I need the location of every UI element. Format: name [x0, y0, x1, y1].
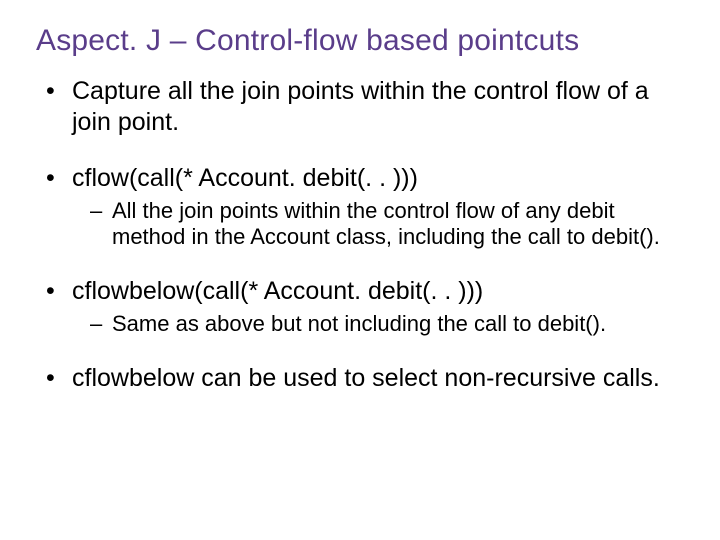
sub-bullet-list: Same as above but not including the call… — [90, 311, 684, 337]
bullet-item: cflowbelow(call(* Account. debit(. . )))… — [46, 276, 684, 337]
bullet-item: cflow(call(* Account. debit(. . ))) All … — [46, 163, 684, 250]
slide: Aspect. J – Control-flow based pointcuts… — [0, 0, 720, 540]
sub-bullet-item: Same as above but not including the call… — [90, 311, 684, 337]
bullet-item: cflowbelow can be used to select non-rec… — [46, 363, 684, 394]
bullet-text: Capture all the join points within the c… — [72, 77, 649, 136]
bullet-text: cflowbelow can be used to select non-rec… — [72, 364, 660, 392]
bullet-text: cflow(call(* Account. debit(. . ))) — [72, 164, 418, 192]
sub-bullet-text: Same as above but not including the call… — [112, 311, 606, 336]
sub-bullet-text: All the join points within the control f… — [112, 198, 660, 249]
sub-bullet-list: All the join points within the control f… — [90, 198, 684, 251]
sub-bullet-item: All the join points within the control f… — [90, 198, 684, 251]
bullet-text: cflowbelow(call(* Account. debit(. . ))) — [72, 277, 483, 305]
bullet-item: Capture all the join points within the c… — [46, 76, 684, 137]
slide-title: Aspect. J – Control-flow based pointcuts — [36, 24, 684, 58]
bullet-list: Capture all the join points within the c… — [46, 76, 684, 394]
